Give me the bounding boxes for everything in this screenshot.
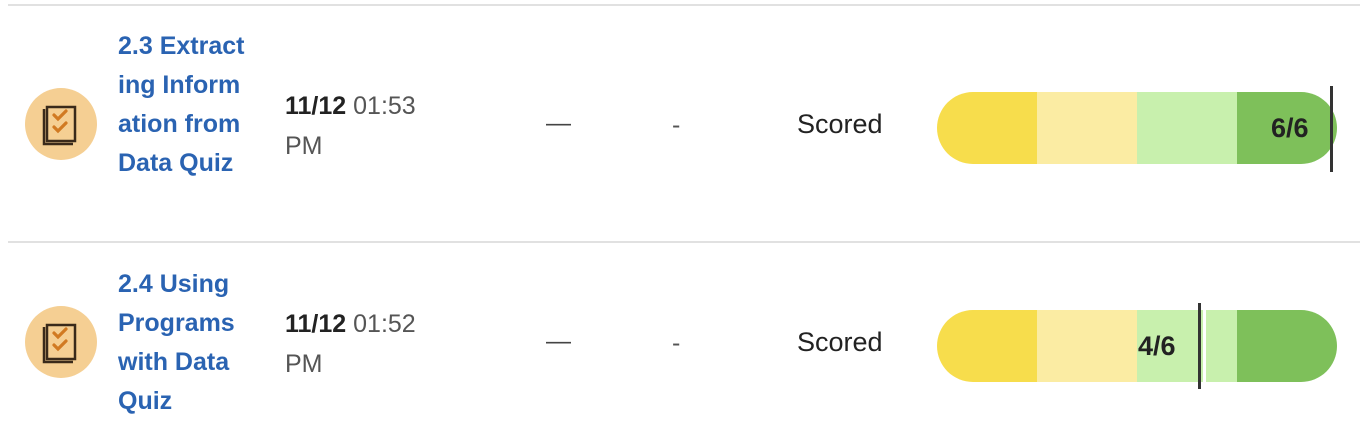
score-segment (1037, 310, 1137, 382)
score-marker (1198, 303, 1201, 389)
quiz-title-link[interactable]: 2.3 Extracting Information from Data Qui… (118, 27, 250, 183)
status-label: Scored (797, 109, 883, 139)
score-segment (937, 310, 1037, 382)
quiz-checklist-icon (25, 306, 97, 378)
score-label: 4/6 (1138, 331, 1176, 361)
score-marker (1330, 86, 1333, 172)
score-segment (937, 92, 1037, 164)
submission-meridiem: PM (285, 350, 323, 378)
score-bar (937, 310, 1337, 382)
submission-day: 11/12 (285, 92, 347, 120)
score-segment (1037, 92, 1137, 164)
submission-day: 11/12 (285, 310, 347, 338)
score-marker-halo (1203, 303, 1206, 389)
status-label: Scored (797, 327, 883, 357)
quiz-checklist-icon (25, 88, 97, 160)
empty-value-dash: — (546, 109, 571, 137)
submission-time: 01:53 (353, 92, 416, 120)
table-row: 2.4 Using Programs with Data Quiz 11/12 … (8, 241, 1360, 443)
score-label: 6/6 (1271, 113, 1309, 143)
empty-value-hyphen: - (672, 111, 681, 139)
submission-date: 11/12 01:53 PM (285, 86, 475, 166)
submission-date: 11/12 01:52 PM (285, 304, 475, 384)
table-row: 2.3 Extracting Information from Data Qui… (8, 4, 1360, 242)
quiz-title-link[interactable]: 2.4 Using Programs with Data Quiz (118, 265, 250, 421)
empty-value-dash: — (546, 327, 571, 355)
submission-meridiem: PM (285, 132, 323, 160)
assignments-table: 2.3 Extracting Information from Data Qui… (0, 0, 1360, 448)
submission-time: 01:52 (353, 310, 416, 338)
score-segment (1137, 92, 1237, 164)
score-segment (1237, 310, 1337, 382)
empty-value-hyphen: - (672, 329, 681, 357)
